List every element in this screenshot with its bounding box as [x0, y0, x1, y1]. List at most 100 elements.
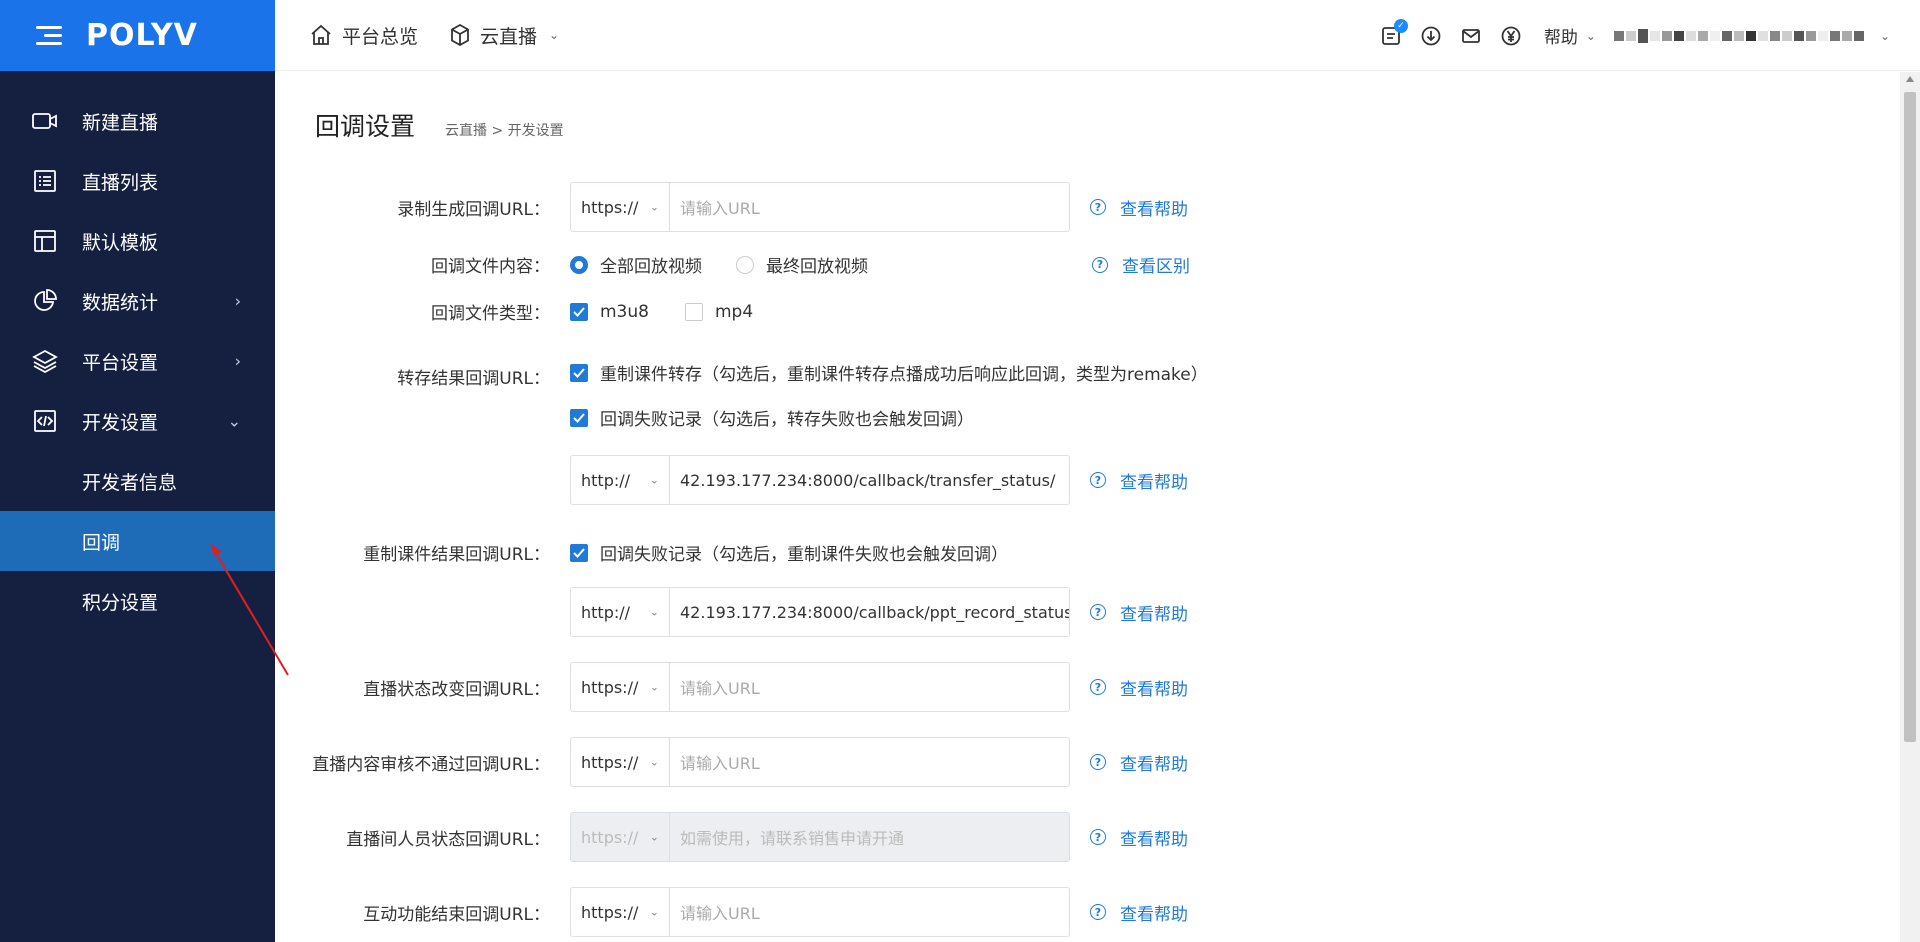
sidebar: POLYV 新建直播 直播列表 默认模板 数据统计 › 平台设置 › 开发设置 … [0, 0, 275, 942]
sidebar-item-live-list[interactable]: 直播列表 [0, 151, 275, 211]
download-icon[interactable] [1420, 25, 1442, 47]
radio-label: 全部回放视频 [600, 257, 702, 277]
record-url-input-group: https:// ⌄ 请输入URL [570, 182, 1070, 232]
sidebar-subitem-points-settings[interactable]: 积分设置 [0, 571, 275, 631]
checkbox-m3u8[interactable]: m3u8 [570, 302, 649, 322]
chevron-down-icon: ⌄ [649, 473, 659, 487]
top-bar: 平台总览 云直播 ⌄ ✓ 帮助 ⌄ ⌄ [275, 0, 1920, 71]
status-change-url-input[interactable]: 请输入URL [670, 663, 1069, 711]
audit-fail-input-group: https:// ⌄ 请输入URL [570, 737, 1070, 787]
question-icon: ? [1090, 754, 1106, 770]
account-menu[interactable]: ⌄ [1613, 25, 1890, 47]
interact-end-url-input[interactable]: 请输入URL [670, 888, 1069, 936]
audit-fail-url-input[interactable]: 请输入URL [670, 738, 1069, 786]
transfer-url-protocol-select[interactable]: http:// ⌄ [571, 456, 670, 504]
radio-selected-icon [570, 255, 588, 274]
logo-bar: POLYV [0, 0, 275, 71]
radio-final-playback[interactable]: 最终回放视频 [736, 252, 868, 277]
checkbox-transfer-fail-record[interactable]: 回调失败记录（勾选后，转存失败也会触发回调） [570, 405, 974, 430]
sidebar-item-default-template[interactable]: 默认模板 [0, 211, 275, 271]
interact-end-help-link[interactable]: ? 查看帮助 [1090, 900, 1188, 925]
status-change-help-link[interactable]: ? 查看帮助 [1090, 675, 1188, 700]
audit-fail-label: 直播内容审核不通过回调URL： [312, 754, 550, 775]
record-url-help-link[interactable]: ? 查看帮助 [1090, 195, 1188, 220]
chevron-down-icon: ⌄ [549, 28, 560, 42]
checkbox-label: m3u8 [600, 301, 649, 322]
radio-unselected-icon [736, 255, 754, 274]
file-type-label: 回调文件类型： [431, 304, 550, 324]
checkbox-remake-transfer[interactable]: 重制课件转存（勾选后，重制课件转存点播成功后响应此回调，类型为remake） [570, 360, 1208, 385]
protocol-value: https:// [581, 197, 639, 217]
help-text: 查看帮助 [1120, 904, 1188, 925]
file-content-label: 回调文件内容： [431, 257, 550, 277]
record-url-input[interactable]: 请输入URL [670, 183, 1069, 231]
layers-icon [32, 348, 58, 374]
chevron-down-icon: ⌄ [649, 680, 659, 694]
protocol-value: http:// [581, 470, 631, 490]
help-menu[interactable]: 帮助 ⌄ [1544, 23, 1596, 48]
sidebar-item-label: 新建直播 [82, 111, 159, 134]
breadcrumb: 云直播 > 开发设置 [445, 123, 564, 139]
chevron-down-icon: ⌄ [649, 605, 659, 619]
page-title: 回调设置 [315, 112, 416, 141]
video-camera-icon [32, 108, 58, 134]
sidebar-item-dev-settings[interactable]: 开发设置 ⌄ [0, 391, 275, 451]
record-url-label: 录制生成回调URL： [397, 199, 550, 220]
member-status-help-link[interactable]: ? 查看帮助 [1090, 825, 1188, 850]
transfer-url-row: http:// ⌄ 42.193.177.234:8000/callback/tr… [275, 455, 1188, 505]
ppt-url-input[interactable]: 42.193.177.234:8000/callback/ppt_record_… [670, 588, 1069, 636]
sidebar-item-label: 平台设置 [82, 351, 159, 374]
checkbox-checked-icon [570, 543, 588, 562]
cloud-live-menu[interactable]: 云直播 ⌄ [450, 22, 559, 49]
sidebar-item-data-stats[interactable]: 数据统计 › [0, 271, 275, 331]
sidebar-subitem-label: 开发者信息 [82, 471, 178, 494]
sidebar-subitem-callback[interactable]: 回调 [0, 511, 275, 571]
cloud-live-label: 云直播 [480, 25, 538, 48]
file-type-row: 回调文件类型： m3u8 mp4 [275, 299, 789, 325]
protocol-value: https:// [581, 827, 639, 847]
list-icon [32, 168, 58, 194]
pie-chart-icon [32, 288, 58, 314]
file-content-diff-link[interactable]: ? 查看区别 [1092, 252, 1190, 277]
sidebar-subitem-developer-info[interactable]: 开发者信息 [0, 451, 275, 511]
home-icon [311, 24, 331, 45]
account-name-redacted [1613, 25, 1866, 47]
checkbox-label: mp4 [714, 301, 754, 322]
sidebar-item-new-live[interactable]: 新建直播 [0, 91, 275, 151]
transfer-url-input[interactable]: 42.193.177.234:8000/callback/transfer_st… [670, 456, 1069, 504]
interact-end-protocol-select[interactable]: https:// ⌄ [571, 888, 670, 936]
chevron-down-icon: ⌄ [1585, 28, 1596, 43]
ppt-help-link[interactable]: ? 查看帮助 [1090, 600, 1188, 625]
sidebar-item-platform-settings[interactable]: 平台设置 › [0, 331, 275, 391]
audit-fail-protocol-select[interactable]: https:// ⌄ [571, 738, 670, 786]
chevron-right-icon: › [234, 291, 241, 311]
radio-label: 最终回放视频 [766, 257, 868, 277]
question-icon: ? [1090, 679, 1106, 695]
member-status-url-input: 如需使用，请联系销售申请开通 [680, 829, 905, 848]
scrollbar-thumb[interactable] [1904, 92, 1916, 742]
yuan-icon[interactable] [1500, 25, 1522, 47]
template-icon [32, 228, 58, 254]
page-scrollbar[interactable] [1900, 72, 1920, 942]
help-label: 帮助 [1543, 28, 1578, 48]
audit-fail-help-link[interactable]: ? 查看帮助 [1090, 750, 1188, 775]
sidebar-subitem-label: 回调 [82, 531, 121, 554]
member-status-row: 直播间人员状态回调URL： https:// ⌄ 如需使用，请联系销售申请开通 ?… [275, 812, 1188, 862]
main-content: 回调设置 云直播 > 开发设置 录制生成回调URL： https:// ⌄ 请输入… [275, 72, 1900, 942]
radio-all-playback[interactable]: 全部回放视频 [570, 252, 702, 277]
checkbox-ppt-fail-record[interactable]: 回调失败记录（勾选后，重制课件失败也会触发回调） [570, 540, 1008, 565]
status-change-protocol-select[interactable]: https:// ⌄ [571, 663, 670, 711]
chevron-down-icon: ⌄ [649, 755, 659, 769]
scroll-up-icon[interactable] [1906, 76, 1914, 82]
checkbox-label: 回调失败记录（勾选后，重制课件失败也会触发回调） [600, 545, 1008, 565]
ppt-url-protocol-select[interactable]: http:// ⌄ [571, 588, 670, 636]
status-change-label: 直播状态改变回调URL： [363, 679, 550, 700]
mail-icon[interactable] [1460, 25, 1482, 47]
transfer-url-input-group: http:// ⌄ 42.193.177.234:8000/callback/tr… [570, 455, 1070, 505]
notice-icon[interactable]: ✓ [1380, 18, 1408, 47]
transfer-help-link[interactable]: ? 查看帮助 [1090, 468, 1188, 493]
checkbox-mp4[interactable]: mp4 [684, 301, 754, 322]
menu-toggle-icon[interactable] [36, 25, 62, 46]
record-url-protocol-select[interactable]: https:// ⌄ [571, 183, 670, 231]
platform-overview-link[interactable]: 平台总览 [310, 22, 418, 49]
